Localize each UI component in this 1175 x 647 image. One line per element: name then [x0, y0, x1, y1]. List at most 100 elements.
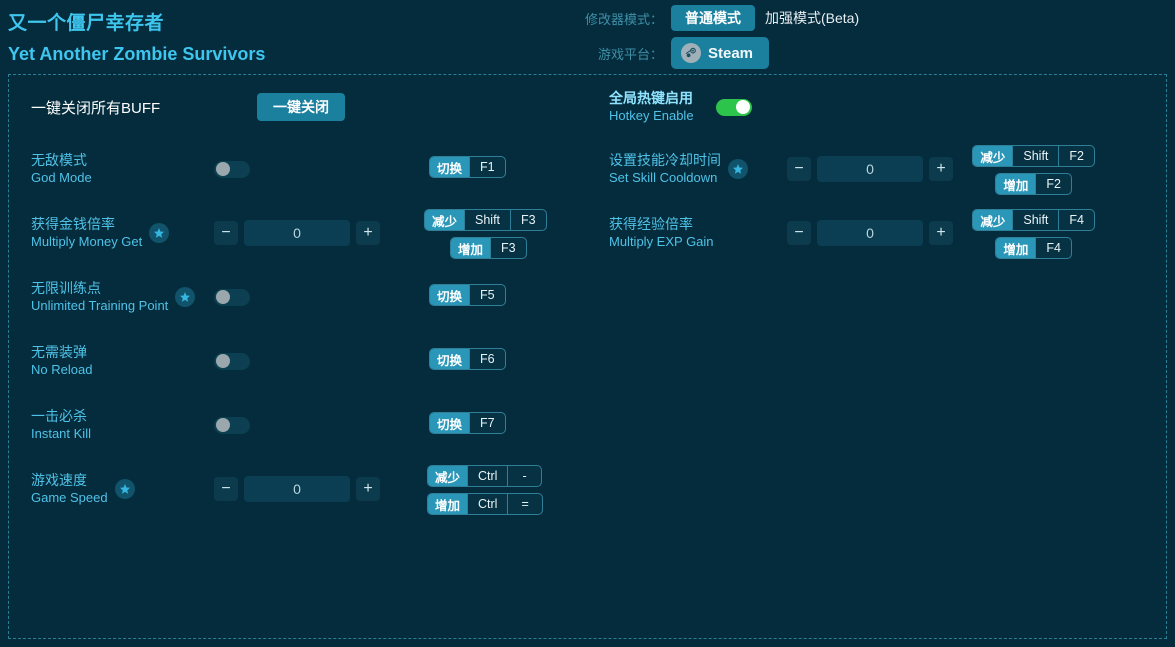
hotkey-set-skill-cooldown-decrease[interactable]: 减少 Shift F2: [972, 145, 1095, 167]
close-all-button-wrap: 一键关闭: [257, 75, 345, 139]
row-game-speed-label-zh: 游戏速度: [31, 472, 87, 488]
toggle-knob: [216, 354, 230, 368]
row-set-skill-cooldown: 设置技能冷却时间 Set Skill Cooldown − 0 + 减少 Shi…: [589, 137, 1167, 201]
row-god-mode-label-wrap: 无敌模式 God Mode: [31, 137, 92, 201]
row-multiply-exp-gain-label-en: Multiply EXP Gain: [609, 234, 714, 249]
toggle-knob: [216, 162, 230, 176]
toggle-knob: [216, 418, 230, 432]
multiply-exp-gain-plus-button[interactable]: +: [929, 221, 953, 245]
hotkey-multiply-money-increase[interactable]: 增加 F3: [450, 237, 527, 259]
hotkey-action-label: 切换: [430, 157, 470, 177]
hotkey-game-speed-increase[interactable]: 增加 Ctrl =: [427, 493, 543, 515]
game-speed-plus-button[interactable]: +: [356, 477, 380, 501]
row-game-speed-hotkeys: 减少 Ctrl - 增加 Ctrl =: [427, 465, 543, 515]
hotkey-instant-kill-toggle[interactable]: 切换 F7: [429, 412, 506, 434]
row-no-reload-hotkeys: 切换 F6: [429, 348, 506, 370]
star-icon: [175, 287, 196, 307]
instant-kill-toggle[interactable]: [214, 416, 250, 434]
hotkey-action-label: 切换: [430, 349, 470, 369]
row-multiply-money-label-wrap: 获得金钱倍率 Multiply Money Get: [31, 201, 170, 265]
steam-icon: [681, 43, 701, 63]
mode-normal-button[interactable]: 普通模式: [671, 5, 755, 31]
hotkey-key: F3: [490, 238, 526, 258]
row-set-skill-cooldown-label-wrap: 设置技能冷却时间 Set Skill Cooldown: [609, 137, 748, 201]
hotkey-set-skill-cooldown-increase[interactable]: 增加 F2: [995, 173, 1072, 195]
unlimited-training-point-toggle[interactable]: [214, 288, 250, 306]
game-speed-stepper: − 0 +: [214, 476, 380, 502]
cheat-panel: 一键关闭所有BUFF 一键关闭 无敌模式 God Mode 切换 F1 获得金钱…: [8, 74, 1167, 639]
hotkey-key: F1: [469, 157, 505, 177]
game-platform-row: 游戏平台： Steam: [585, 37, 770, 69]
god-mode-toggle[interactable]: [214, 160, 250, 178]
hotkey-enable-label-en: Hotkey Enable: [609, 108, 694, 123]
game-speed-minus-button[interactable]: −: [214, 477, 238, 501]
row-no-reload-label-zh: 无需装弹: [31, 344, 87, 360]
hotkey-no-reload-toggle[interactable]: 切换 F6: [429, 348, 506, 370]
multiply-money-plus-button[interactable]: +: [356, 221, 380, 245]
hotkey-multiply-exp-gain-increase[interactable]: 增加 F4: [995, 237, 1072, 259]
row-instant-kill-label-wrap: 一击必杀 Instant Kill: [31, 393, 91, 457]
hotkey-god-mode-toggle[interactable]: 切换 F1: [429, 156, 506, 178]
hotkey-key: Shift: [1012, 210, 1058, 230]
multiply-exp-gain-minus-button[interactable]: −: [787, 221, 811, 245]
hotkey-key: Shift: [464, 210, 510, 230]
hotkey-game-speed-decrease[interactable]: 减少 Ctrl -: [427, 465, 542, 487]
mode-enhanced-button[interactable]: 加强模式(Beta): [755, 5, 869, 31]
row-unlimited-training-point: 无限训练点 Unlimited Training Point 切换 F5: [9, 265, 589, 329]
hotkey-action-label: 切换: [430, 285, 470, 305]
row-instant-kill-label-en: Instant Kill: [31, 426, 91, 441]
multiply-exp-gain-value[interactable]: 0: [817, 220, 923, 246]
hotkey-key: Shift: [1012, 146, 1058, 166]
hotkey-key: F4: [1035, 238, 1071, 258]
row-god-mode-control: [214, 137, 250, 201]
row-unlimited-training-point-hotkeys: 切换 F5: [429, 284, 506, 306]
app-title-zh: 又一个僵尸幸存者: [8, 13, 165, 34]
close-all-buffs-label: 一键关闭所有BUFF: [31, 99, 161, 117]
row-unlimited-training-point-label-en: Unlimited Training Point: [31, 298, 169, 313]
game-speed-value[interactable]: 0: [244, 476, 350, 502]
row-set-skill-cooldown-label-en: Set Skill Cooldown: [609, 170, 718, 185]
row-set-skill-cooldown-control: − 0 +: [787, 137, 953, 201]
hotkey-multiply-exp-gain-decrease[interactable]: 减少 Shift F4: [972, 209, 1095, 231]
hotkey-action-label: 增加: [451, 238, 491, 258]
trainer-mode-label: 修改器模式：: [585, 11, 664, 27]
row-multiply-money-label-zh: 获得金钱倍率: [31, 216, 115, 232]
hotkey-key: F5: [469, 285, 505, 305]
set-skill-cooldown-stepper: − 0 +: [787, 156, 953, 182]
close-all-button[interactable]: 一键关闭: [257, 93, 345, 121]
row-set-skill-cooldown-label-zh: 设置技能冷却时间: [609, 152, 721, 168]
no-reload-toggle[interactable]: [214, 352, 250, 370]
row-game-speed-label-en: Game Speed: [31, 490, 108, 505]
row-multiply-exp-gain-hotkeys: 减少 Shift F4 增加 F4: [972, 209, 1095, 259]
multiply-money-stepper: − 0 +: [214, 220, 380, 246]
platform-steam-button[interactable]: Steam: [671, 37, 770, 69]
set-skill-cooldown-minus-button[interactable]: −: [787, 157, 811, 181]
set-skill-cooldown-plus-button[interactable]: +: [929, 157, 953, 181]
row-multiply-money-hotkeys: 减少 Shift F3 增加 F3: [424, 209, 547, 259]
row-god-mode-label-zh: 无敌模式: [31, 152, 87, 168]
hotkey-action-label: 增加: [996, 174, 1036, 194]
row-instant-kill: 一击必杀 Instant Kill 切换 F7: [9, 393, 589, 457]
row-multiply-exp-gain-control: − 0 +: [787, 201, 953, 265]
row-instant-kill-control: [214, 393, 250, 457]
multiply-money-value[interactable]: 0: [244, 220, 350, 246]
row-game-speed-label-wrap: 游戏速度 Game Speed: [31, 457, 135, 521]
hotkey-enable-toggle[interactable]: [715, 98, 752, 116]
hotkey-unlimited-training-point-toggle[interactable]: 切换 F5: [429, 284, 506, 306]
hotkey-action-label: 增加: [996, 238, 1036, 258]
star-icon: [728, 159, 748, 179]
hotkey-key: F2: [1058, 146, 1094, 166]
hotkey-enable-label-zh: 全局热键启用: [609, 90, 693, 106]
multiply-money-minus-button[interactable]: −: [214, 221, 238, 245]
hotkey-action-label: 减少: [425, 210, 465, 230]
hotkey-key: F3: [510, 210, 546, 230]
hotkey-multiply-money-decrease[interactable]: 减少 Shift F3: [424, 209, 547, 231]
row-game-speed: 游戏速度 Game Speed − 0 + 减少 Ctrl - 增加 Ctrl …: [9, 457, 589, 521]
header-controls: 修改器模式： 普通模式 加强模式(Beta) 游戏平台： Steam: [570, 0, 1170, 74]
trainer-mode-row: 修改器模式： 普通模式 加强模式(Beta): [585, 5, 869, 31]
row-multiply-money: 获得金钱倍率 Multiply Money Get − 0 + 减少 Shift: [9, 201, 589, 265]
row-hotkey-enable: 全局热键启用 Hotkey Enable: [589, 75, 1167, 139]
hotkey-key: -: [507, 466, 540, 486]
set-skill-cooldown-value[interactable]: 0: [817, 156, 923, 182]
hotkey-key: =: [507, 494, 541, 514]
